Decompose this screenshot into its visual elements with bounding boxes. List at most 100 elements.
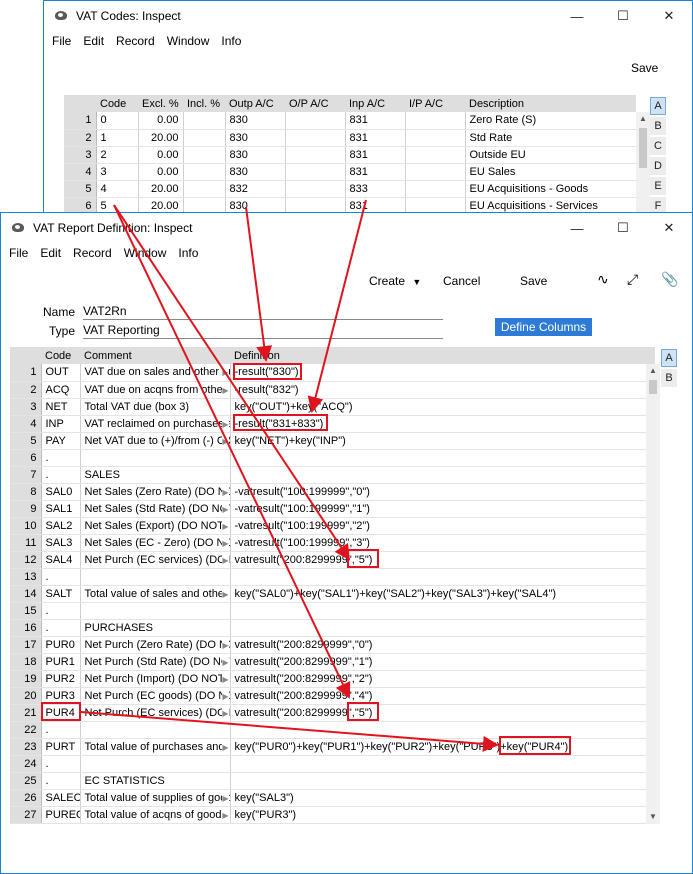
cell-code[interactable]: SALT	[41, 585, 81, 603]
pulse-icon[interactable]: ∿	[597, 271, 609, 288]
table-row[interactable]: 4 3 0.00 830 831 EU Sales	[64, 163, 637, 181]
side-tab-b[interactable]: B	[661, 369, 677, 387]
cell-ip[interactable]	[405, 180, 466, 198]
table-row[interactable]: 17 PUR0 Net Purch (Zero Rate) (DO NOT ▶ vatr…	[10, 636, 656, 654]
cell-comment[interactable]	[80, 568, 231, 586]
cell-definition[interactable]: vatresult("200:8299999","1")	[230, 653, 656, 671]
cell-comment[interactable]: Net Purch (Import) (DO NOT ▶	[80, 670, 231, 688]
define-columns-button[interactable]: Define Columns	[495, 318, 592, 336]
table-row[interactable]: 6.	[10, 449, 656, 467]
table-row[interactable]: 19 PUR2 Net Purch (Import) (DO NOT ▶ vatresu…	[10, 670, 656, 688]
cell-definition[interactable]	[230, 449, 656, 467]
cell-outp[interactable]: 830	[225, 112, 286, 130]
cell-code[interactable]: PUR4	[41, 704, 81, 722]
cell-outp[interactable]: 832	[225, 180, 286, 198]
cell-comment[interactable]: Net Purch (EC goods) (DO NOT ▶	[80, 687, 231, 705]
cell-code[interactable]: .	[41, 721, 81, 739]
cell-code[interactable]: SAL1	[41, 500, 81, 518]
cell-comment[interactable]: Net VAT due to (+)/from (-) C&E ▶	[80, 432, 231, 450]
cell-comment[interactable]: Total value of sales and other ▶	[80, 585, 231, 603]
cell-code[interactable]: PUREC	[41, 806, 81, 824]
save-button[interactable]: Save	[520, 274, 547, 288]
col-comment[interactable]: Comment	[80, 347, 230, 364]
cell-description[interactable]: Zero Rate (S)	[465, 112, 637, 130]
cell-incl[interactable]	[183, 146, 226, 164]
cell-comment[interactable]: Net Purch (Std Rate) (DO NOT ▶	[80, 653, 231, 671]
table-row[interactable]: 5 4 20.00 832 833 EU Acquisitions - Goods	[64, 180, 637, 198]
side-tab-e[interactable]: E	[650, 177, 666, 195]
name-field[interactable]: VAT2Rn	[83, 304, 443, 320]
table-row[interactable]: 3 NET Total VAT due (box 3) key("OUT")+key(…	[10, 398, 656, 416]
table-row[interactable]: 1 OUT VAT due on sales and other ou ▶ -resul…	[10, 364, 656, 382]
cell-comment[interactable]: EC STATISTICS	[80, 772, 231, 790]
cell-comment[interactable]: Total value of purchases and ▶	[80, 738, 231, 756]
vat-codes-scrollbar[interactable]: ▲	[636, 112, 650, 215]
cell-outp[interactable]: 830	[225, 146, 286, 164]
cell-definition[interactable]: -vatresult("100:199999","1")	[230, 500, 656, 518]
menu-window[interactable]: Window	[118, 246, 173, 260]
cell-definition[interactable]: key("OUT")+key("ACQ")	[230, 398, 656, 416]
cell-code[interactable]: NET	[41, 398, 81, 416]
cell-comment[interactable]: PURCHASES	[80, 619, 231, 637]
cell-definition[interactable]	[230, 755, 656, 773]
cell-definition[interactable]	[230, 619, 656, 637]
cell-incl[interactable]	[183, 180, 226, 198]
table-row[interactable]: 2 ACQ VAT due on acqns from other EC ▶ -resu…	[10, 381, 656, 399]
cell-code[interactable]: PUR1	[41, 653, 81, 671]
table-row[interactable]: 9 SAL1 Net Sales (Std Rate) (DO NOT ▶ -vatre…	[10, 500, 656, 518]
cancel-button[interactable]: Cancel	[443, 274, 480, 288]
vat-report-scrollbar[interactable]: ▲ ▼	[646, 364, 660, 824]
table-row[interactable]: 23 PURT Total value of purchases and ▶ key("…	[10, 738, 656, 756]
cell-definition[interactable]: vatresult("200:8299999","0")	[230, 636, 656, 654]
cell-ip[interactable]	[405, 129, 466, 147]
cell-code[interactable]: 0	[96, 112, 139, 130]
cell-definition[interactable]: vatresult("200:8299999","2")	[230, 670, 656, 688]
cell-comment[interactable]	[80, 755, 231, 773]
cell-description[interactable]: Outside EU	[465, 146, 637, 164]
cell-comment[interactable]: Net Sales (EC - Zero) (DO NOT ▶	[80, 534, 231, 552]
cell-definition[interactable]: key("SAL3")	[230, 789, 656, 807]
scroll-up-icon[interactable]: ▲	[646, 364, 660, 378]
attachment-icon[interactable]: 📎	[661, 271, 678, 288]
cell-op[interactable]	[285, 180, 346, 198]
col-outp[interactable]: Outp A/C	[225, 95, 285, 112]
expand-icon[interactable]: ⤢	[627, 271, 638, 288]
cell-code[interactable]: SAL0	[41, 483, 81, 501]
close-icon[interactable]: ✕	[646, 213, 692, 243]
table-row[interactable]: 13.	[10, 568, 656, 586]
cell-code[interactable]: .	[41, 619, 81, 637]
table-row[interactable]: 15.	[10, 602, 656, 620]
cell-comment[interactable]: Net Sales (Std Rate) (DO NOT ▶	[80, 500, 231, 518]
cell-inp[interactable]: 831	[345, 163, 406, 181]
table-row[interactable]: 1 0 0.00 830 831 Zero Rate (S)	[64, 112, 637, 130]
menu-edit[interactable]: Edit	[77, 34, 110, 48]
col-code[interactable]: Code	[41, 347, 80, 364]
cell-comment[interactable]	[80, 602, 231, 620]
cell-code[interactable]: OUT	[41, 364, 81, 382]
cell-inp[interactable]: 831	[345, 129, 406, 147]
table-row[interactable]: 21 PUR4 Net Purch (EC services) (DO NO ▶ vat…	[10, 704, 656, 722]
table-row[interactable]: 7. SALES	[10, 466, 656, 484]
cell-comment[interactable]: VAT due on sales and other ou ▶	[80, 364, 231, 382]
cell-incl[interactable]	[183, 112, 226, 130]
cell-op[interactable]	[285, 146, 346, 164]
cell-outp[interactable]: 830	[225, 163, 286, 181]
cell-excl[interactable]: 20.00	[138, 129, 184, 147]
cell-comment[interactable]: VAT reclaimed on purchases and ▶	[80, 415, 231, 433]
table-row[interactable]: 10 SAL2 Net Sales (Export) (DO NOT ▶ -vatres…	[10, 517, 656, 535]
menu-window[interactable]: Window	[161, 34, 216, 48]
col-op[interactable]: O/P A/C	[285, 95, 345, 112]
col-description[interactable]: Description	[465, 95, 636, 112]
vat-codes-titlebar[interactable]: VAT Codes: Inspect — ☐ ✕	[44, 1, 692, 31]
table-row[interactable]: 27PURECTotal value of acqns of goods▶key…	[10, 806, 656, 824]
cell-ip[interactable]	[405, 163, 466, 181]
menu-info[interactable]: Info	[172, 246, 204, 260]
cell-code[interactable]: .	[41, 772, 81, 790]
cell-description[interactable]: EU Acquisitions - Goods	[465, 180, 637, 198]
cell-code[interactable]: .	[41, 466, 81, 484]
cell-definition[interactable]: key("SAL0")+key("SAL1")+key("SAL2")+key(…	[230, 585, 656, 603]
side-tab-c[interactable]: C	[650, 137, 666, 155]
cell-comment[interactable]	[80, 449, 231, 467]
col-definition[interactable]: Definition	[230, 347, 655, 364]
cell-outp[interactable]: 830	[225, 129, 286, 147]
